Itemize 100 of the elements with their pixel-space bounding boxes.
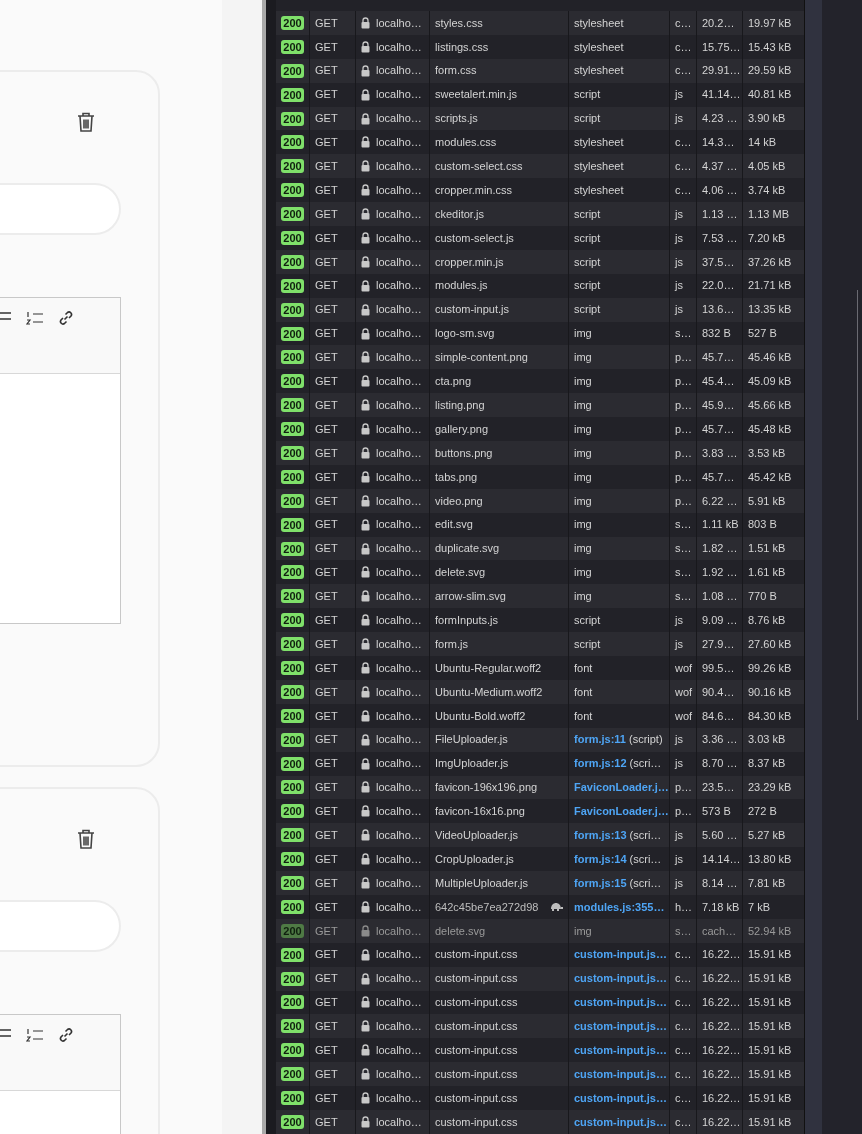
domain-text: localho… [376, 1114, 422, 1130]
domain-text: localho… [376, 971, 422, 987]
request-row[interactable]: 200 GET localho… FileUploader.js form.js:11 (script) js 3.36 … 3.03 kB [276, 727, 804, 752]
domain-text: localho… [376, 708, 422, 724]
initiator-link[interactable]: custom-input.js… [574, 1042, 667, 1059]
request-row[interactable]: 200 GET localho… custom-input.css custom-input.js… c… 16.22… 15.91 kB [276, 1062, 804, 1087]
request-row[interactable]: 200 GET localho… VideoUploader.js form.js:13 (scri… js 5.60 … 5.27 kB [276, 823, 804, 848]
initiator-link[interactable]: custom-input.js… [574, 994, 667, 1011]
initiator-link[interactable]: FaviconLoader.j… [574, 803, 669, 820]
request-row[interactable]: 200 GET localho… simple-content.png img p… 45.7… 45.46 kB [276, 345, 804, 370]
initiator-text: img [574, 350, 592, 366]
request-row[interactable]: 200 GET localho… arrow-slim.svg img s… 1.08 … 770 B [276, 584, 804, 609]
initiator-link[interactable]: form.js:14 [574, 850, 627, 868]
request-row[interactable]: 200 GET localho… favicon-196x196.png FaviconLoader.j… p… 23.5… 23.29 kB [276, 775, 804, 800]
request-row[interactable]: 200 GET localho… scripts.js script js 4.23 … 3.90 kB [276, 106, 804, 131]
initiator-link[interactable]: form.js:12 [574, 755, 627, 772]
transferred-text: 6.22 … [702, 493, 738, 509]
transferred-text: cach… [702, 923, 737, 939]
method-text: GET [315, 589, 338, 605]
method-text: GET [315, 254, 338, 270]
size-text: 84.30 kB [748, 708, 792, 724]
file-name: custom-input.css [435, 947, 518, 963]
initiator-text: img [574, 421, 592, 437]
domain-text: localho… [376, 756, 422, 772]
file-name: VideoUploader.js [435, 827, 518, 843]
status-badge: 200 [281, 350, 304, 365]
initiator-link[interactable]: custom-input.js… [574, 946, 667, 963]
request-row[interactable]: 200 GET localho… cropper.min.js script js 37.5… 37.26 kB [276, 249, 804, 274]
initiator-link[interactable]: form.js:13 [574, 826, 627, 844]
request-row[interactable]: 200 GET localho… custom-input.css custom-input.js… c… 16.22… 15.91 kB [276, 966, 804, 991]
initiator-link[interactable]: custom-input.js… [574, 1113, 667, 1131]
initiator-link[interactable]: form.js:11 [574, 731, 626, 748]
initiator-text: (scri… [629, 851, 662, 867]
lock-icon [361, 40, 370, 53]
method-text: GET [315, 1114, 338, 1130]
list-icon[interactable] [0, 1027, 12, 1039]
method-text: GET [315, 923, 338, 939]
transferred-text: 1.82 … [702, 541, 738, 557]
size-text: 27.60 kB [748, 636, 792, 652]
file-name: custom-input.css [435, 1090, 518, 1106]
type-text: js [675, 254, 683, 270]
initiator-text: font [574, 708, 593, 724]
request-row[interactable]: 200 GET localho… buttons.png img p… 3.83 … 3.53 kB [276, 441, 804, 465]
lock-icon [361, 638, 370, 651]
initiator-link[interactable]: custom-input.js… [574, 1018, 667, 1035]
request-row[interactable]: 200 GET localho… MultipleUploader.js form.js:15 (scri… js 8.14 … 7.81 kB [276, 871, 804, 895]
type-text: p… [675, 804, 693, 820]
transferred-text: 16.22… [702, 1066, 741, 1082]
method-text: GET [315, 851, 338, 867]
initiator-text: img [574, 374, 592, 390]
request-row[interactable]: 200 GET localho… form.js script js 27.9… 27.60 kB [276, 632, 804, 657]
request-row[interactable]: 200 GET localho… styles.css stylesheet c… 20.2… 19.97 kB [276, 11, 804, 35]
size-text: 15.43 kB [748, 39, 792, 55]
request-row[interactable]: 200 GET localho… custom-select.css stylesheet c… 4.37 … 4.05 kB [276, 154, 804, 179]
file-name: logo-sm.svg [435, 326, 495, 342]
request-row[interactable]: 200 GET localho… delete.svg img s… cach… 52.94 kB [276, 918, 804, 943]
list-icon[interactable] [0, 310, 12, 322]
lock-icon [361, 470, 370, 483]
request-row[interactable]: 200 GET localho… custom-input.css custom-input.js… c… 16.22… 15.91 kB [276, 1014, 804, 1039]
lock-icon [361, 423, 370, 436]
link-icon[interactable] [58, 1027, 74, 1043]
file-name: delete.svg [435, 923, 486, 939]
numbered-list-icon[interactable] [26, 1027, 44, 1043]
size-text: 15.91 kB [748, 1114, 792, 1130]
request-row[interactable]: 200 GET localho… form.css stylesheet c… 29.91… 29.59 kB [276, 58, 804, 83]
file-name: favicon-196x196.png [435, 780, 538, 796]
domain-text: localho… [376, 995, 422, 1011]
request-row[interactable]: 200 GET localho… ckeditor.js script js 1.13 … 1.13 MB [276, 202, 804, 226]
initiator-link[interactable]: form.js:15 [574, 874, 627, 892]
status-badge: 200 [281, 876, 304, 890]
lock-icon [361, 494, 370, 507]
link-icon[interactable] [58, 310, 74, 326]
status-badge: 200 [281, 15, 304, 30]
initiator-link[interactable]: modules.js:355… [574, 898, 665, 916]
file-name: arrow-slim.svg [435, 589, 506, 605]
initiator-text: (script) [628, 732, 663, 748]
domain-text: localho… [376, 87, 422, 103]
type-text: p… [675, 469, 693, 485]
initiator-text: script [574, 636, 601, 652]
initiator-link[interactable]: custom-input.js… [574, 970, 667, 987]
request-row[interactable]: 200 GET localho… custom-input.js script js 13.6… 13.35 kB [276, 297, 804, 322]
numbered-list-icon[interactable] [26, 310, 44, 326]
initiator-link[interactable]: custom-input.js… [574, 1089, 667, 1107]
transferred-text: 16.22… [702, 947, 741, 963]
trash-icon[interactable] [76, 828, 96, 850]
size-text: 15.91 kB [748, 1090, 792, 1106]
initiator-text: script [574, 230, 601, 246]
request-row[interactable]: 200 GET localho… Ubuntu-Medium.woff2 font wof 90.4… 90.16 kB [276, 679, 804, 704]
transferred-text: 7.18 kB [702, 899, 740, 915]
initiator-link[interactable]: FaviconLoader.j… [574, 779, 669, 796]
request-row[interactable]: 200 GET localho… duplicate.svg img s… 1.82 … 1.51 kB [276, 536, 804, 561]
domain-text: localho… [376, 159, 422, 175]
type-text: js [675, 230, 683, 246]
size-text: 13.35 kB [748, 302, 792, 318]
request-row[interactable]: 200 GET localho… custom-input.css custom-input.js… c… 16.22… 15.91 kB [276, 1109, 804, 1134]
trash-icon[interactable] [76, 111, 96, 133]
lock-icon [361, 662, 370, 674]
request-row[interactable]: 200 GET localho… listing.png img p… 45.9… 45.66 kB [276, 393, 804, 418]
initiator-link[interactable]: custom-input.js… [574, 1065, 667, 1083]
request-row[interactable]: 200 GET localho… video.png img p… 6.22 … 5.91 kB [276, 488, 804, 513]
